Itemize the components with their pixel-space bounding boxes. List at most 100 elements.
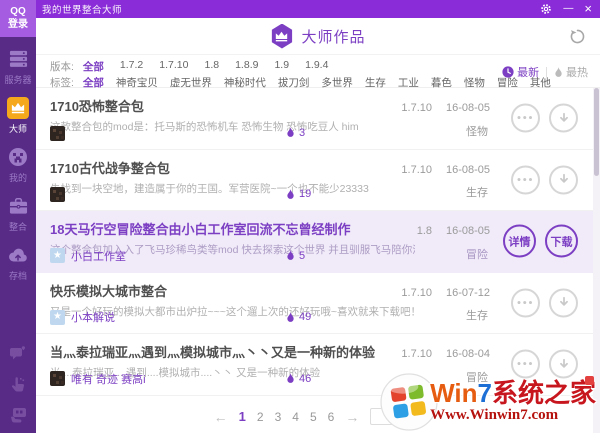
more-button[interactable]: ●●● [511,103,540,133]
author-name[interactable]: 唯有 奇迹 赛高i [71,371,146,387]
sort-controls: 最新 | 最热 [502,64,588,80]
download-icon [559,358,568,368]
page-number[interactable]: 5 [310,410,317,424]
sidebar-item-integration[interactable]: 整合 [0,195,36,233]
next-page-arrow[interactable]: → [345,409,359,425]
page-number[interactable]: 2 [257,410,264,424]
item-title[interactable]: 1710古代战争整合包 [50,158,386,177]
author-avatar: ★ [50,187,65,202]
item-date: 16-07-12 [445,286,490,299]
page-number[interactable]: 6 [328,410,335,424]
likes-count: 46 [299,372,312,385]
flame-icon [555,66,562,77]
likes-count: 3 [299,126,306,139]
item-category: 怪物 [466,125,488,138]
likes-count: 19 [299,188,312,200]
page-number[interactable]: 1 [239,409,246,424]
flame-icon [287,311,294,322]
star-icon: ★ [53,249,62,261]
list-item[interactable]: 快乐模拟大城市整合 1.7.10 16-07-12 又是一个好玩的模拟大都市出炉… [36,273,600,334]
titlebar: 我的世界整合大师 — × [0,0,600,18]
filter-bar: 版本: 全部 1.7.2 1.7.10 1.8 1.8.9 1.9 1.9.4 标签: 全部… [36,55,600,89]
crown-icon [276,31,288,41]
filter-option[interactable]: 1.7.2 [120,59,143,74]
page-number[interactable]: 4 [292,410,299,424]
more-dots-icon: ●●● [516,299,535,307]
page-number[interactable]: 3 [275,410,282,424]
filter-option[interactable]: 全部 [83,59,104,74]
item-title[interactable]: 1710恐怖整合包 [50,96,386,115]
crown-icon [7,97,29,119]
clock-icon [502,66,514,78]
hand-pointer-icon[interactable] [9,376,27,394]
list-item[interactable]: 18天马行空冒险整合由小白工作室回流不忘曾经制作 1.8 16-08-05 这个… [36,211,600,273]
item-title[interactable]: 18天马行空冒险整合由小白工作室回流不忘曾经制作 [50,219,386,238]
item-label-buttons: 详情 下载 [503,224,578,258]
item-title[interactable]: 当灬泰拉瑞亚灬遇到灬模拟城市灬丶丶又是一种新的体验 [50,342,386,361]
star-icon: ★ [53,311,62,322]
minimize-button[interactable]: — [563,0,573,18]
qq-login-line2: 登录 [8,18,28,30]
item-author-block: ★ 小本解说 [50,309,115,325]
filter-option[interactable]: 1.8 [204,59,219,74]
comment-hand-icon[interactable] [9,407,27,425]
more-button[interactable]: ●●● [511,165,540,195]
item-category: 生存 [466,310,488,322]
item-title[interactable]: 快乐模拟大城市整合 [50,281,386,300]
sidebar-item-server[interactable]: 服务器 [0,48,36,86]
more-button[interactable]: ●●● [511,288,540,318]
qq-login-button[interactable]: QQ 登录 [0,0,36,37]
close-button[interactable]: × [584,0,592,18]
item-category: 冒险 [466,248,488,261]
flame-icon [287,188,294,199]
window-controls: — × [540,0,592,18]
filter-option[interactable]: 1.7.10 [159,59,188,74]
author-name[interactable]: 小白工作室 [71,248,126,264]
likes-badge: 46 [286,373,311,385]
sidebar-item-label: 服务器 [4,75,32,85]
prev-page-arrow[interactable]: ← [214,409,228,425]
author-avatar: ★ [50,125,65,141]
download-button[interactable] [549,103,578,133]
sidebar-item-mine[interactable]: 我的 [0,146,36,184]
toolbox-icon [7,195,29,217]
download-button[interactable] [549,165,578,195]
sort-newest-label: 最新 [517,67,540,79]
item-author-block: ★ [50,187,71,202]
likes-badge: 5 [286,250,305,262]
filter-option[interactable]: 1.9 [274,59,289,74]
sidebar-item-label: 我的 [8,173,27,183]
download-button[interactable]: 下载 [545,224,578,258]
main-content: 大师作品 版本: 全部 1.7.2 1.7.10 1.8 1.8.9 1.9 1.9.4 标… [36,18,600,433]
watermark-corner-badge [585,376,594,386]
author-avatar: ★ [50,371,65,386]
details-button[interactable]: 详情 [503,224,536,258]
window-title: 我的世界整合大师 [42,5,123,16]
sidebar-item-master[interactable]: 大师 [0,97,36,135]
sidebar-item-saves[interactable]: 存档 [0,244,36,282]
flame-icon [287,250,294,260]
list-item[interactable]: 1710恐怖整合包 1.7.10 16-08-05 这款整合包的mod是：托马斯… [36,88,600,150]
watermark-win: Win [430,378,478,409]
author-name[interactable]: 小本解说 [71,309,115,325]
server-icon [7,48,29,70]
watermark-seven: 7 [477,378,492,409]
sidebar-item-label: 整合 [8,222,27,232]
refresh-icon[interactable] [569,28,586,50]
sort-hottest-button[interactable]: 最热 [554,64,588,80]
more-dots-icon: ●●● [516,114,535,122]
download-button[interactable] [549,288,578,318]
more-dots-icon: ●●● [516,176,535,184]
list-item[interactable]: 1710古代战争整合包 1.7.10 16-08-05 先找到一块空地，建造属于… [36,150,600,211]
filter-option[interactable]: 1.9.4 [305,59,328,74]
item-icon-buttons: ●●● [511,288,578,318]
download-icon [559,112,568,122]
author-avatar: ★ [50,248,65,263]
feedback-heart-icon[interactable] [9,345,27,363]
settings-gear-icon[interactable] [540,3,552,15]
sort-newest-button[interactable]: 最新 [502,64,539,80]
scrollbar-thumb[interactable] [594,88,599,176]
item-version: 1.8 [416,225,432,237]
master-hexagon-badge [271,23,293,49]
filter-option[interactable]: 1.8.9 [235,59,258,74]
